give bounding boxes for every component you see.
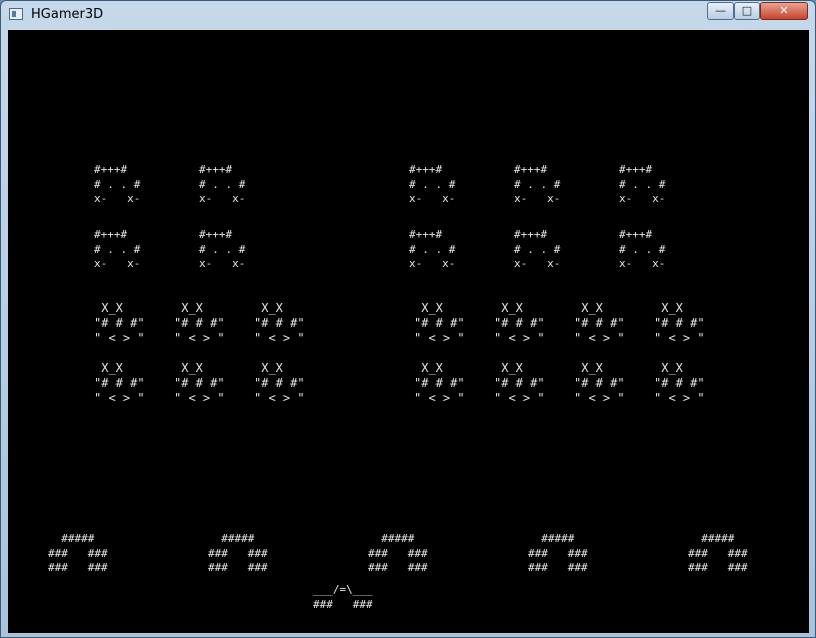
maximize-button[interactable]: □ xyxy=(734,2,760,20)
shield: ##### ### ### ### ### xyxy=(208,532,268,574)
shield: ##### ### ### ### ### xyxy=(368,532,428,574)
invader-a: #+++# # . . # x- x- xyxy=(199,228,246,270)
invader-a: #+++# # . . # x- x- xyxy=(94,163,141,205)
shield: ##### ### ### ### ### xyxy=(528,532,588,574)
close-button[interactable]: ✕ xyxy=(760,2,808,20)
invader-b: X_X "# # #" " < > " xyxy=(414,361,465,405)
invader-b: X_X "# # #" " < > " xyxy=(574,361,625,405)
invader-b: X_X "# # #" " < > " xyxy=(254,361,305,405)
invader-a: #+++# # . . # x- x- xyxy=(619,228,666,270)
title-bar[interactable]: HGamer3D — □ ✕ xyxy=(1,1,815,29)
invader-a: #+++# # . . # x- x- xyxy=(409,163,456,205)
invader-b: X_X "# # #" " < > " xyxy=(654,361,705,405)
window-icon xyxy=(9,8,23,20)
game-window: HGamer3D — □ ✕ #+++# # . . # x- x- #+++#… xyxy=(0,0,816,638)
invader-b: X_X "# # #" " < > " xyxy=(94,301,145,345)
invader-a: #+++# # . . # x- x- xyxy=(94,228,141,270)
invader-a: #+++# # . . # x- x- xyxy=(199,163,246,205)
window-title: HGamer3D xyxy=(31,7,104,22)
shield: ##### ### ### ### ### xyxy=(688,532,748,574)
invader-a: #+++# # . . # x- x- xyxy=(619,163,666,205)
game-canvas[interactable]: #+++# # . . # x- x- #+++# # . . # x- x- … xyxy=(8,30,809,633)
invader-b: X_X "# # #" " < > " xyxy=(254,301,305,345)
invader-a: #+++# # . . # x- x- xyxy=(514,163,561,205)
invader-b: X_X "# # #" " < > " xyxy=(414,301,465,345)
invader-b: X_X "# # #" " < > " xyxy=(654,301,705,345)
invader-a: #+++# # . . # x- x- xyxy=(514,228,561,270)
invader-b: X_X "# # #" " < > " xyxy=(494,361,545,405)
invader-b: X_X "# # #" " < > " xyxy=(494,301,545,345)
invader-a: #+++# # . . # x- x- xyxy=(409,228,456,270)
player-cannon: ___/=\___ ### ### xyxy=(313,583,373,611)
invader-b: X_X "# # #" " < > " xyxy=(94,361,145,405)
shield: ##### ### ### ### ### xyxy=(48,532,108,574)
invader-b: X_X "# # #" " < > " xyxy=(174,301,225,345)
minimize-button[interactable]: — xyxy=(707,2,734,20)
invader-b: X_X "# # #" " < > " xyxy=(574,301,625,345)
invader-b: X_X "# # #" " < > " xyxy=(174,361,225,405)
